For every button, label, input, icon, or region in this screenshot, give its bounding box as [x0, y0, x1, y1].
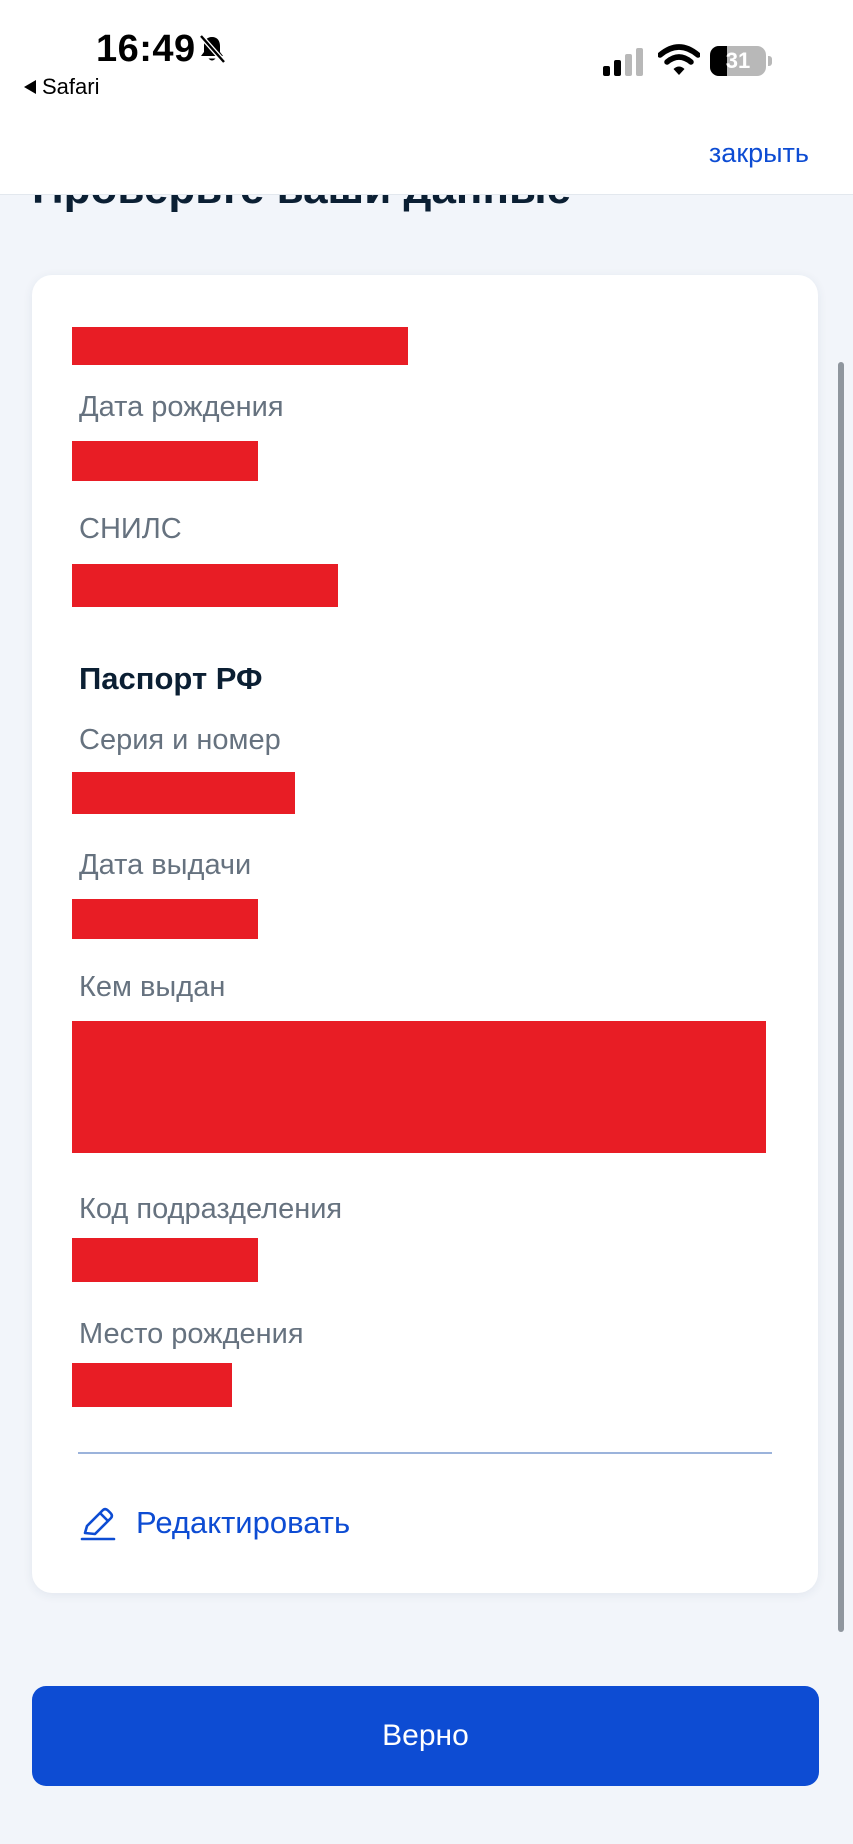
battery-cap — [768, 56, 772, 66]
battery-level: 31 — [725, 48, 751, 73]
bell-off-icon — [199, 34, 226, 64]
redacted-issued-by — [72, 1021, 766, 1153]
top-nav: закрыть — [0, 112, 853, 195]
pencil-icon — [80, 1507, 116, 1541]
birth-place-label: Место рождения — [79, 1318, 304, 1350]
passport-section-title: Паспорт РФ — [79, 661, 263, 696]
division-code-label: Код подразделения — [79, 1193, 343, 1225]
back-app-label: Safari — [42, 74, 100, 99]
edit-button[interactable]: Редактировать — [80, 1505, 350, 1541]
redacted-division-code — [72, 1238, 258, 1282]
battery-body: 31 — [710, 46, 766, 76]
back-triangle-icon — [24, 80, 36, 94]
status-bar: 16:49 Safari 31 — [0, 0, 853, 112]
status-time: 16:49 — [96, 28, 196, 70]
redacted-snils — [72, 564, 338, 607]
back-to-app-button[interactable]: Safari — [24, 74, 99, 100]
battery-icon: 31 — [710, 46, 772, 76]
personal-data-card: Дата рождения СНИЛС Паспорт РФ Серия и н… — [32, 275, 818, 1593]
issue-date-label: Дата выдачи — [79, 849, 252, 881]
redacted-full-name — [72, 327, 408, 365]
birth-date-label: Дата рождения — [79, 391, 284, 423]
redacted-birth-date — [72, 441, 258, 481]
redacted-birth-place — [72, 1363, 232, 1407]
wifi-icon — [658, 44, 700, 75]
close-link[interactable]: закрыть — [709, 138, 809, 169]
edit-label: Редактировать — [136, 1505, 351, 1540]
card-divider — [78, 1452, 772, 1454]
snils-label: СНИЛС — [79, 513, 182, 545]
issued-by-label: Кем выдан — [79, 971, 226, 1003]
cellular-signal-icon — [603, 48, 643, 76]
scrollbar[interactable] — [838, 362, 844, 1632]
series-number-label: Серия и номер — [79, 724, 281, 756]
redacted-issue-date — [72, 899, 258, 939]
confirm-button[interactable]: Верно — [32, 1686, 819, 1786]
redacted-series-number — [72, 772, 295, 814]
